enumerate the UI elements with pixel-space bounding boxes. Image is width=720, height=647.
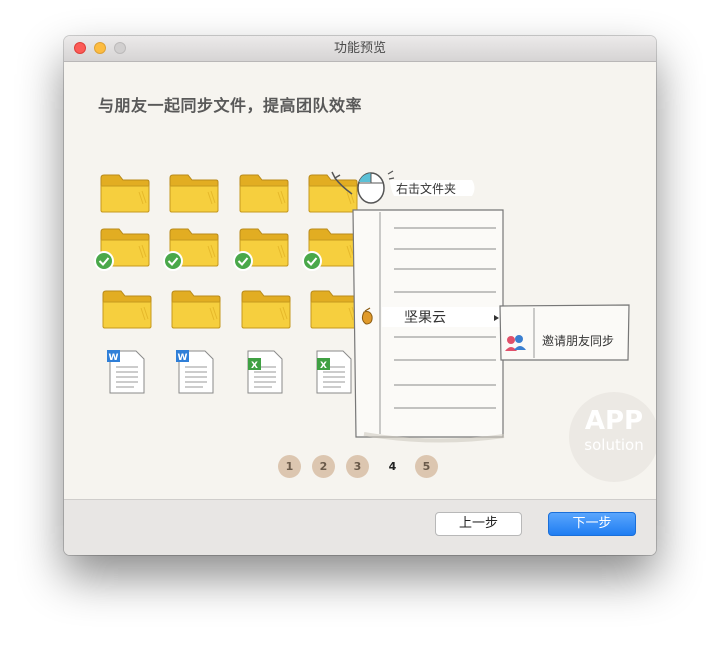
- page-dot-1[interactable]: 1: [278, 455, 301, 478]
- window-title: 功能预览: [333, 41, 386, 56]
- word-badge-label: W: [109, 353, 119, 363]
- preview-window: 功能预览 与朋友一起同步文件，提高团队效率 W W X X 右击文件夹 坚果云 …: [64, 36, 656, 555]
- excel-badge-label: X: [251, 361, 258, 371]
- folder-icon: [171, 290, 221, 329]
- check-icon: [233, 251, 253, 271]
- nut-icon: [361, 311, 373, 325]
- watermark-logo: APP solution: [569, 392, 656, 482]
- previous-button[interactable]: 上一步: [435, 512, 522, 536]
- folder-icon: [308, 174, 358, 213]
- folder-icon: [241, 290, 291, 329]
- next-button[interactable]: 下一步: [548, 512, 636, 536]
- page-dot-2[interactable]: 2: [312, 455, 335, 478]
- folder-icon: [239, 174, 289, 213]
- right-click-label: 右击文件夹: [396, 181, 456, 196]
- word-badge-label: W: [178, 353, 188, 363]
- folder-icon: [169, 174, 219, 213]
- submenu: [499, 304, 630, 361]
- title-bar: 功能预览: [64, 36, 656, 62]
- folder-icon: [310, 290, 360, 329]
- excel-document-icon: [316, 350, 352, 394]
- page-indicator: 1 2 3 4 5: [278, 455, 448, 479]
- check-icon: [302, 251, 322, 271]
- excel-document-icon: [247, 350, 283, 394]
- page-dot-5[interactable]: 5: [415, 455, 438, 478]
- watermark-solution: solution: [584, 436, 644, 454]
- footer-bar: 上一步 下一步: [64, 499, 656, 555]
- watermark-app: APP: [584, 406, 644, 436]
- content-area: 与朋友一起同步文件，提高团队效率 W W X X 右击文件夹 坚果云 邀请朋友同…: [64, 62, 656, 499]
- folder-icon: [102, 290, 152, 329]
- feature-illustration: W W X X 右击文件夹 坚果云 邀请朋友同步: [94, 170, 630, 443]
- menu-item-invite-friends: 邀请朋友同步: [542, 333, 614, 348]
- page-dot-4-current[interactable]: 4: [381, 455, 404, 478]
- friends-icon: [507, 336, 515, 344]
- menu-item-jianguoyun: 坚果云: [404, 310, 446, 326]
- check-icon: [94, 251, 114, 271]
- check-icon: [163, 251, 183, 271]
- folder-icon: [100, 174, 150, 213]
- excel-badge-label: X: [320, 361, 327, 371]
- page-dot-3[interactable]: 3: [346, 455, 369, 478]
